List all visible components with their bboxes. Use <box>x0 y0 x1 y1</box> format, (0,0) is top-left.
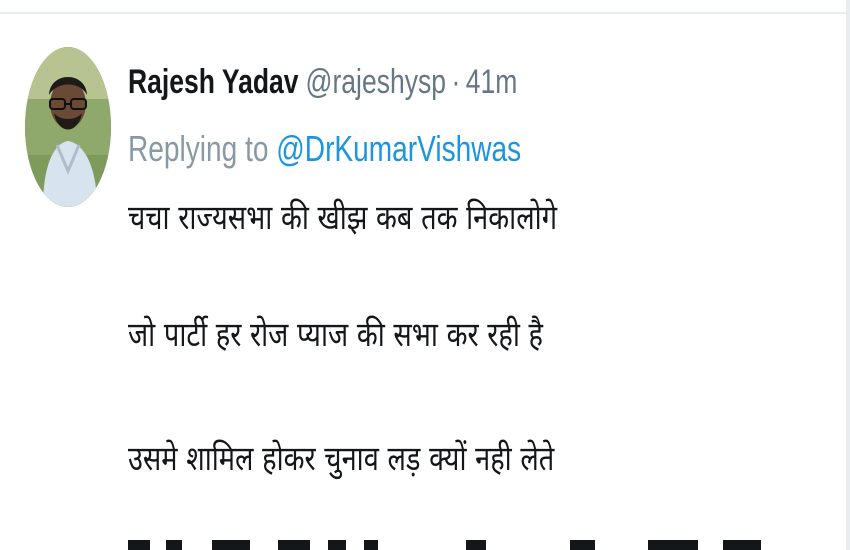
replying-to-line: Replying to @DrKumarVishwas <box>128 127 521 171</box>
clipped-next-line <box>128 540 778 550</box>
tweet-time[interactable]: 41m <box>466 63 518 102</box>
top-divider <box>0 12 850 14</box>
avatar-photo <box>25 47 111 207</box>
author-handle[interactable]: @rajeshysp <box>306 63 446 102</box>
tweet-screenshot: Rajesh Yadav @rajeshysp · 41m Replying t… <box>0 0 850 550</box>
replying-to-label: Replying to <box>128 128 269 169</box>
avatar[interactable] <box>25 47 111 207</box>
right-scroll-edge <box>846 0 850 550</box>
tweet-text-line-3: उसमे शामिल होकर चुनाव लड़ क्यों नही लेते <box>128 439 555 479</box>
meta-separator: · <box>451 62 461 101</box>
author-name[interactable]: Rajesh Yadav <box>128 63 299 102</box>
tweet-header: Rajesh Yadav @rajeshysp · 41m <box>128 60 517 104</box>
reply-mention-link[interactable]: @DrKumarVishwas <box>276 128 521 170</box>
tweet-text-line-2: जो पार्टी हर रोज प्याज की सभा कर रही है <box>128 315 543 355</box>
tweet-text-line-1: चचा राज्यसभा की खीझ कब तक निकालोगे <box>128 198 558 238</box>
